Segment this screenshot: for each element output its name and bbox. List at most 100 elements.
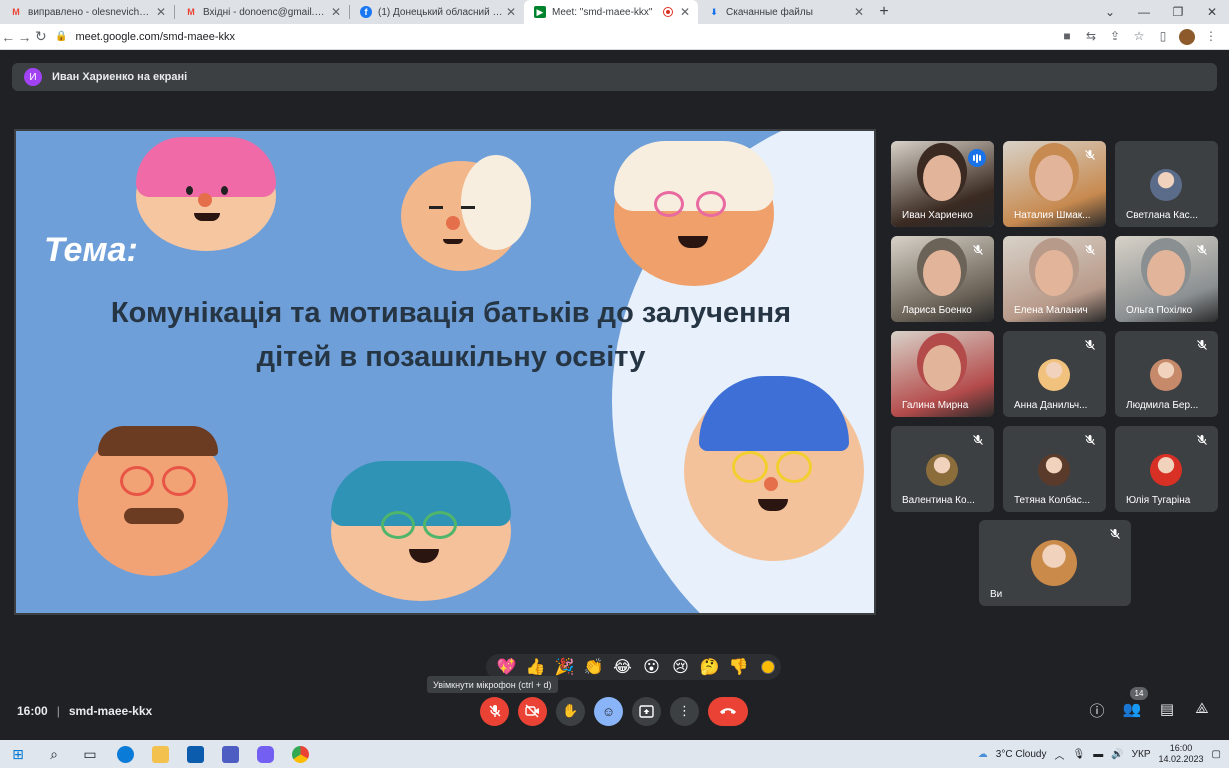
mic-muted-icon (1082, 149, 1098, 165)
participant-tile[interactable]: Наталия Шмак... (1003, 141, 1106, 227)
leave-call-button[interactable] (708, 696, 748, 726)
edge-icon[interactable] (117, 745, 134, 763)
browser-tab-active[interactable]: ▶ Meet: "smd-maee-kkx" ✕ (524, 0, 698, 24)
participant-tile[interactable]: Лариса Боенко (891, 236, 994, 322)
gmail-icon: M (187, 7, 195, 17)
participant-tile[interactable]: Иван Хариенко (891, 141, 994, 227)
back-button[interactable]: ← (0, 29, 16, 45)
language-indicator[interactable]: УКР (1132, 749, 1151, 760)
volume-icon[interactable]: 🔊 (1111, 749, 1123, 760)
reactions-button[interactable]: ☺ (594, 696, 623, 726)
cloud-icon: ☁ (977, 748, 988, 760)
camera-icon[interactable]: ■ (1055, 29, 1079, 45)
publisher-icon[interactable] (222, 745, 239, 763)
participant-tile[interactable]: Елена Маланич (1003, 236, 1106, 322)
participant-name: Юлія Тугаріна (1126, 495, 1191, 506)
weather-text[interactable]: 3°C Cloudy (996, 749, 1047, 760)
file-explorer-icon[interactable] (152, 745, 169, 763)
participant-tile[interactable]: Галина Мирна (891, 331, 994, 417)
side-panel-icon[interactable]: ▯ (1151, 29, 1175, 45)
close-window-button[interactable]: ✕ (1195, 5, 1229, 19)
notifications-icon[interactable]: ▢ (1212, 749, 1221, 760)
close-icon[interactable]: ✕ (154, 5, 168, 19)
present-now-button[interactable] (632, 696, 661, 726)
reaction-surprised-icon[interactable]: 😮 (637, 657, 666, 677)
participant-name: Ви (990, 589, 1003, 600)
reaction-party-popper-icon[interactable]: 🎉 (550, 657, 579, 677)
profile-avatar[interactable] (1179, 28, 1195, 45)
reaction-sparkling-heart-icon[interactable]: 💖 (492, 657, 521, 677)
search-icon[interactable]: ⌕ (36, 746, 72, 763)
browser-tab[interactable]: M Вхідні - donoenc@gmail.com - G ✕ (175, 0, 349, 24)
reaction-clapping-icon[interactable]: 👏 (579, 657, 608, 677)
cartoon-face-image (331, 461, 511, 601)
participant-tile[interactable]: Людмила Бер... (1115, 331, 1218, 417)
close-icon[interactable]: ✕ (329, 5, 343, 19)
system-tray: ☁ 3°C Cloudy ︿ 🎙 ▬ 🔊 УКР 16:00 14.02.202… (978, 743, 1229, 765)
translate-icon[interactable]: ⇆ (1079, 29, 1103, 45)
address-bar[interactable]: 🔒 meet.google.com/smd-maee-kkx (55, 27, 1055, 47)
browser-tab[interactable]: ⬇ Скачанные файлы ✕ (698, 0, 872, 24)
slide-title: Комунікація та мотивація батьків до залу… (46, 291, 856, 379)
forward-button[interactable]: → (16, 29, 32, 45)
reaction-crying-icon[interactable]: 😢 (666, 657, 695, 677)
participant-figure (1147, 250, 1185, 296)
participant-tile[interactable]: Ви (979, 520, 1131, 606)
task-view-icon[interactable]: ▭ (72, 746, 108, 763)
close-icon[interactable]: ✕ (504, 5, 518, 19)
browser-tab[interactable]: f (1) Донецький обласний еколо ✕ (350, 0, 524, 24)
participant-tile[interactable]: Юлія Тугаріна (1115, 426, 1218, 512)
chrome-icon[interactable] (292, 745, 309, 763)
reaction-thumbs-down-icon[interactable]: 👎 (724, 657, 753, 677)
close-icon[interactable]: ✕ (852, 5, 866, 19)
participant-tile[interactable]: Анна Данильч... (1003, 331, 1106, 417)
mail-icon[interactable] (187, 745, 204, 763)
more-options-button[interactable]: ⋮ (670, 696, 699, 726)
show-hidden-icons-icon[interactable]: ︿ (1054, 747, 1064, 762)
new-tab-button[interactable]: + (872, 3, 896, 21)
people-icon[interactable]: 👥 (1120, 700, 1144, 722)
restore-button[interactable]: ❐ (1161, 5, 1195, 19)
meeting-info: 16:00 | smd-maee-kkx (17, 704, 152, 718)
share-icon[interactable]: ⇪ (1103, 29, 1127, 45)
mic-off-icon (489, 705, 500, 717)
tab-search-icon[interactable]: ⌄ (1093, 5, 1127, 19)
browser-tab[interactable]: M виправлено - olesnevich88a@gm ✕ (0, 0, 174, 24)
participant-tile[interactable]: Валентина Ко... (891, 426, 994, 512)
tab-title: Скачанные файлы (726, 6, 813, 18)
participant-name: Ольга Похілко (1126, 305, 1193, 316)
reaction-thumbs-up-icon[interactable]: 👍 (521, 657, 550, 677)
reaction-thinking-icon[interactable]: 🤔 (695, 657, 724, 677)
skin-tone-selector[interactable] (761, 660, 775, 674)
chat-icon[interactable]: ▤ (1155, 700, 1179, 722)
mic-muted-icon (970, 244, 986, 260)
viber-icon[interactable] (257, 745, 274, 763)
meeting-time: 16:00 (17, 704, 48, 718)
participant-tile[interactable]: Тетяна Колбас... (1003, 426, 1106, 512)
bookmark-star-icon[interactable]: ☆ (1127, 29, 1151, 45)
microphone-tray-icon[interactable]: 🎙 (1072, 749, 1085, 760)
reload-button[interactable]: ↻ (33, 28, 49, 45)
participant-name: Тетяна Колбас... (1014, 495, 1091, 506)
battery-icon[interactable]: ▬ (1093, 749, 1103, 760)
clock[interactable]: 16:00 14.02.2023 (1159, 743, 1204, 765)
menu-icon[interactable]: ⋮ (1199, 29, 1223, 45)
reaction-laughing-icon[interactable]: 😂 (608, 657, 637, 677)
participant-tile[interactable]: Ольга Похілко (1115, 236, 1218, 322)
mic-muted-icon (1194, 244, 1210, 260)
windows-start-icon[interactable]: ⊞ (0, 746, 36, 763)
meeting-details-icon[interactable]: ⓘ (1085, 700, 1109, 722)
raise-hand-button[interactable]: ✋ (556, 696, 585, 726)
camera-off-button[interactable] (518, 696, 547, 726)
mic-off-button[interactable] (480, 696, 509, 726)
tab-title: Meet: "smd-maee-kkx" (552, 6, 653, 18)
minimize-button[interactable]: — (1127, 5, 1161, 19)
close-icon[interactable]: ✕ (678, 5, 692, 19)
lock-icon[interactable]: 🔒 (55, 31, 67, 42)
cartoon-face-image (401, 155, 531, 271)
activities-icon[interactable]: ⟁ (1190, 700, 1214, 722)
meeting-code: smd-maee-kkx (68, 704, 153, 718)
participant-tile[interactable]: Светлана Кас... (1115, 141, 1218, 227)
mic-muted-icon (1194, 339, 1210, 355)
cartoon-face-image (136, 137, 276, 251)
